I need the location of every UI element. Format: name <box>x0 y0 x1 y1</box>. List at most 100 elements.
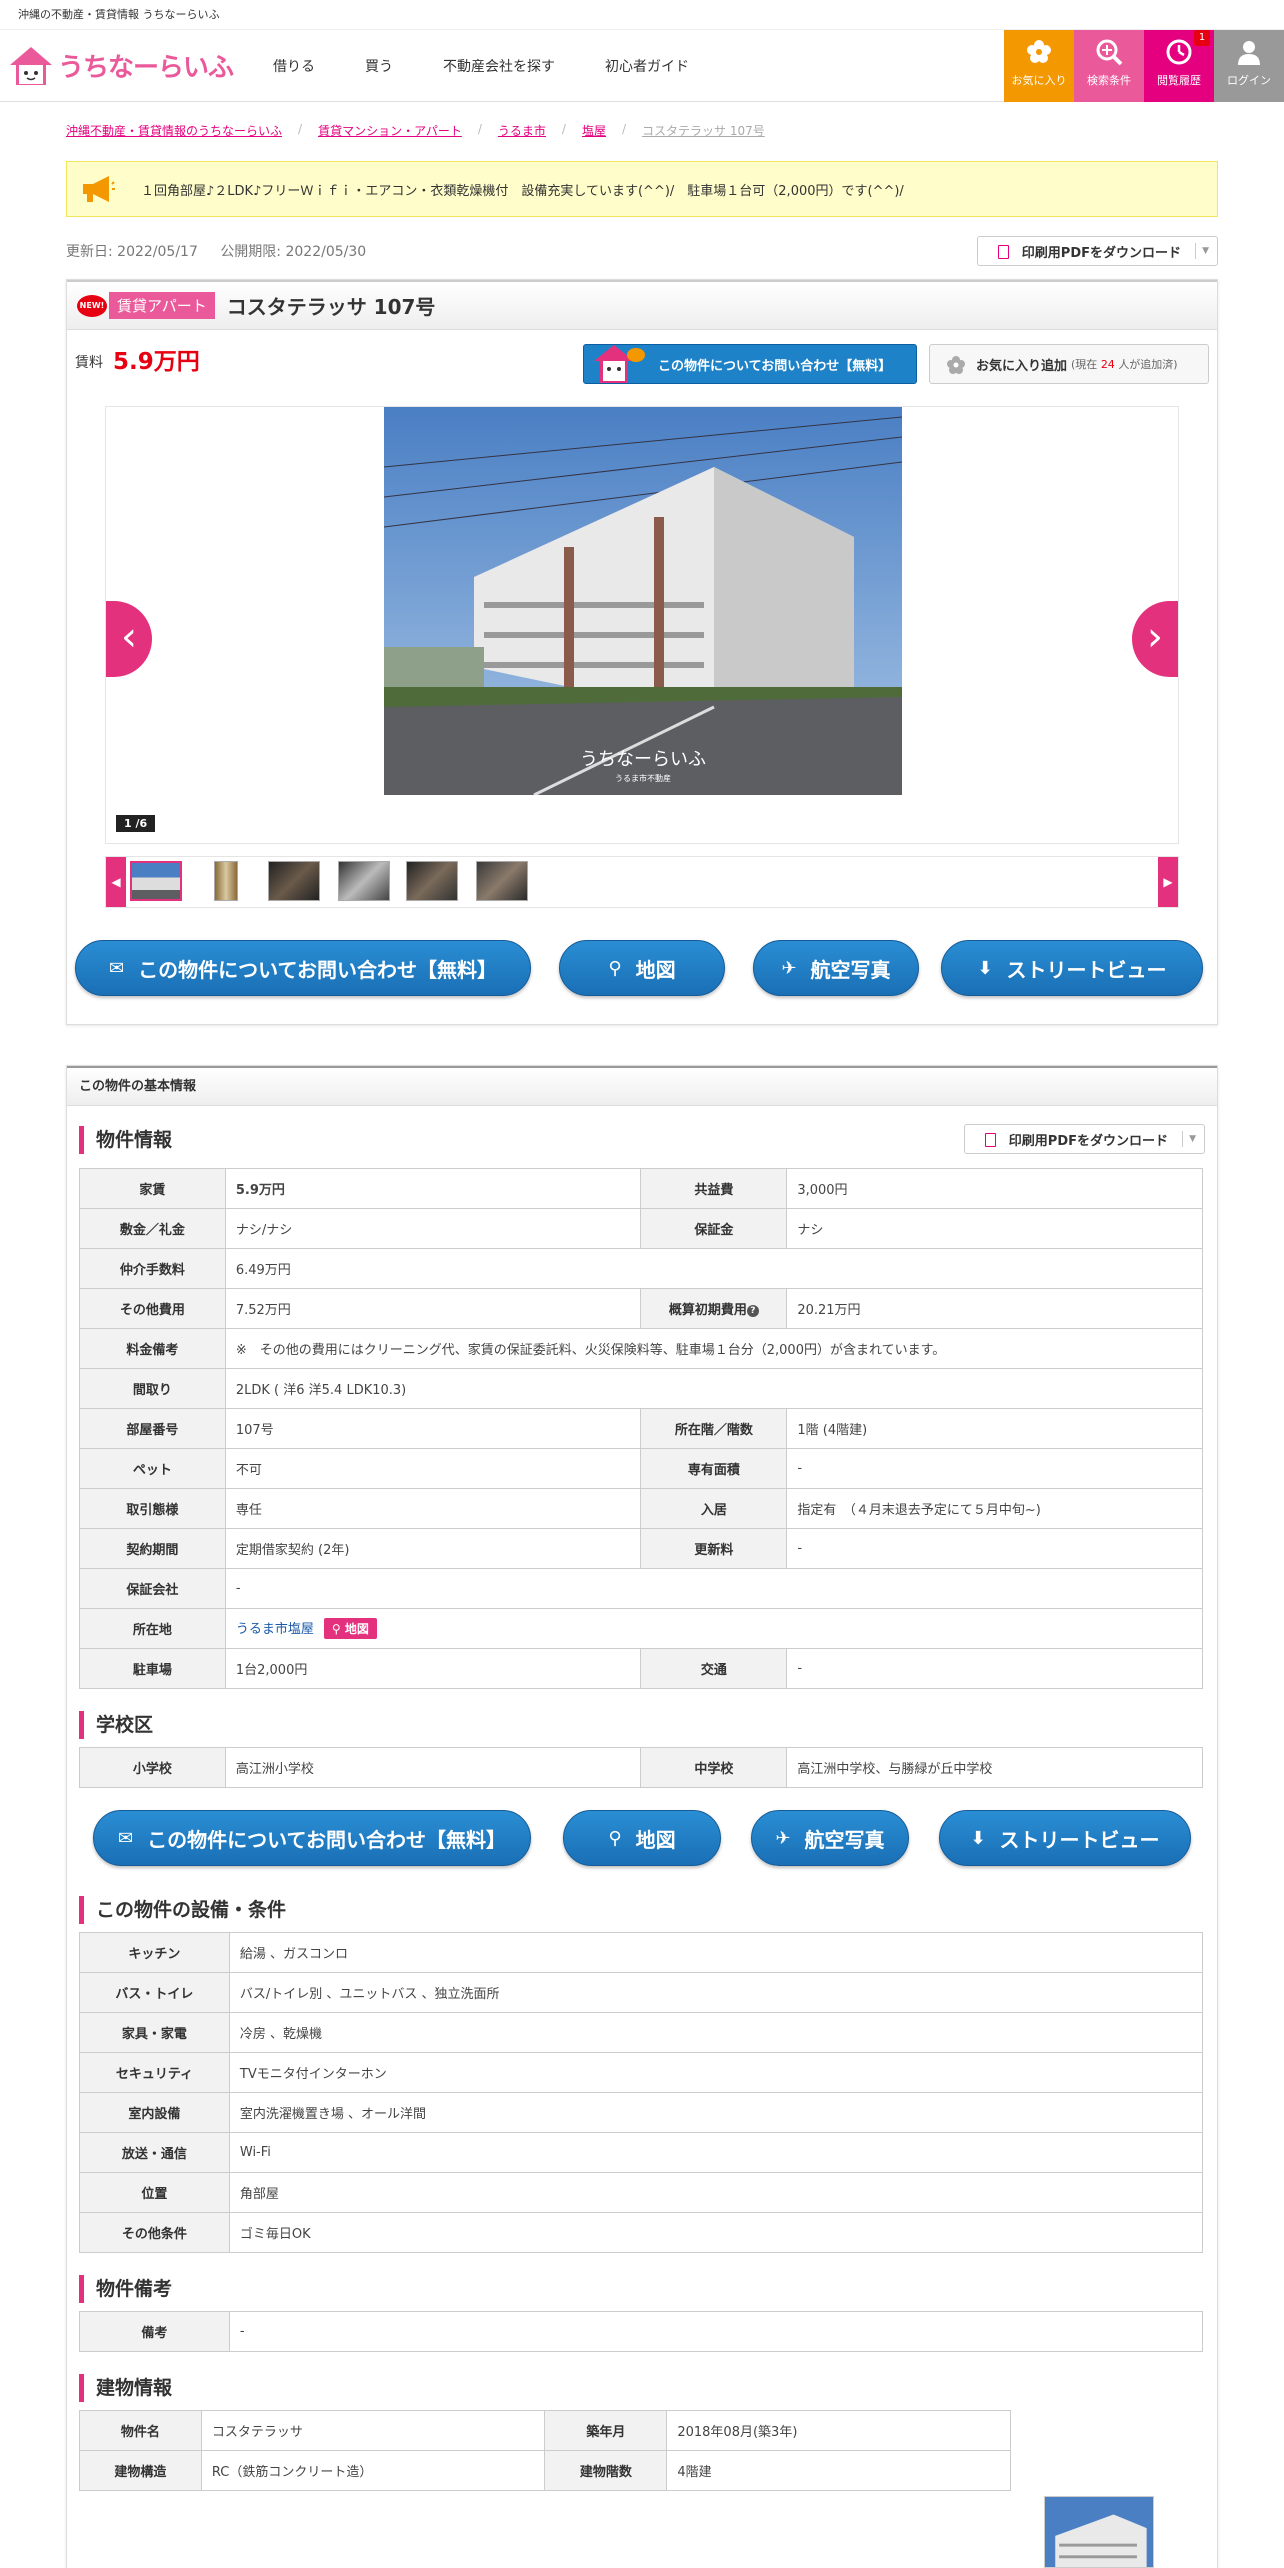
table-row: 備考 - <box>79 2311 1204 2352</box>
property-type-badge: 賃貸アパート <box>109 292 215 319</box>
photo-counter: 1 /6 <box>116 815 156 832</box>
address-link[interactable]: うるま市塩屋 <box>236 1622 314 1637</box>
thumb-prev-button[interactable]: ◀ <box>106 857 126 907</box>
table-row: 室内設備 室内洗濯機置き場 、オール洋間 <box>79 2092 1204 2133</box>
address-map-button[interactable]: ⚲ 地図 <box>323 1618 377 1639</box>
thumbnail[interactable] <box>406 861 458 901</box>
envelope-icon: ✉ <box>109 957 125 979</box>
favorites-label: お気に入り <box>1011 74 1067 87</box>
pdf-download-button[interactable]: 印刷用PDFをダウンロード ▼ <box>976 236 1218 266</box>
notice-banner: １回角部屋♪２LDK♪フリーＷｉｆｉ・エアコン・衣類乾燥機付 設備充実しています… <box>66 161 1218 217</box>
clock-icon <box>1166 39 1192 65</box>
search-icon <box>1096 39 1123 66</box>
table-row: 位置 角部屋 <box>79 2172 1204 2213</box>
basic-info-panel: この物件の基本情報 物件情報 印刷用PDFをダウンロード ▼ 家賃 5.9万円 共益… <box>66 1065 1218 2568</box>
watermark: うちなーらいふ <box>580 749 706 770</box>
add-favorite-button[interactable]: お気に入り追加 (現在 24 人が追加済) <box>929 344 1209 384</box>
table-row: 料金備考 ※ その他の費用にはクリーニング代、家賃の保証委託料、火災保険料等、駐車… <box>79 1328 1204 1369</box>
nav-rent[interactable]: 借りる <box>248 56 340 76</box>
pdf-icon <box>984 1133 996 1147</box>
flower-icon <box>947 356 965 374</box>
global-nav: 借りる 買う 不動産会社を探す 初心者ガイド <box>248 56 714 76</box>
map-button[interactable]: ⚲ 地図 <box>559 940 725 996</box>
caret-left-icon: ◀ <box>111 875 121 889</box>
pegman-icon: ⬇ <box>977 957 993 979</box>
street-view-button-2[interactable]: ⬇ ストリートビュー <box>939 1810 1191 1866</box>
section-title-info: 物件情報 <box>79 1126 172 1154</box>
price-label: 賃料 <box>75 355 103 371</box>
thumbnail[interactable] <box>338 861 390 901</box>
pdf-icon <box>997 245 1009 259</box>
user-icon <box>1238 41 1260 65</box>
chevron-down-icon: ▼ <box>1182 1131 1196 1147</box>
property-name: コスタテラッサ 107号 <box>226 295 436 319</box>
table-row: 建物構造 RC（鉄筋コンクリート造） 建物階数 4階建 <box>79 2450 1011 2491</box>
breadcrumb-current: コスタテラッサ 107号 <box>642 124 765 138</box>
login-label: ログイン <box>1227 74 1271 87</box>
table-row: バス・トイレ バス/トイレ別 、ユニットバス 、独立洗面所 <box>79 1972 1204 2013</box>
table-row: 保証会社 - <box>79 1568 1204 1609</box>
caret-right-icon: ▶ <box>1163 875 1173 889</box>
history-count-badge: 1 <box>1194 30 1210 46</box>
contact-button-small[interactable]: この物件についてお問い合わせ【無料】 <box>583 344 917 384</box>
contact-button-2[interactable]: ✉ この物件についてお問い合わせ【無料】 <box>93 1810 531 1866</box>
table-row: その他費用 7.52万円 概算初期費用? 20.21万円 <box>79 1288 1203 1329</box>
map-pin-icon: ⚲ <box>608 1827 622 1849</box>
aerial-photo-button[interactable]: ✈ 航空写真 <box>753 940 919 996</box>
thumbnail[interactable] <box>268 861 320 901</box>
breadcrumb: 沖縄不動産・賃貸情報のうちなーらいふ / 賃貸マンション・アパート / うるま市 / … <box>66 122 765 139</box>
search-conditions-button[interactable]: 検索条件 <box>1074 30 1144 102</box>
street-view-button[interactable]: ⬇ ストリートビュー <box>941 940 1203 996</box>
favorites-button[interactable]: お気に入り <box>1004 30 1074 102</box>
table-row: ペット 不可 専有面積 - <box>79 1448 1203 1489</box>
breadcrumb-home[interactable]: 沖縄不動産・賃貸情報のうちなーらいふ <box>66 122 282 139</box>
section-title-school: 学校区 <box>79 1711 1217 1739</box>
contact-button[interactable]: ✉ この物件についてお問い合わせ【無料】 <box>75 940 531 996</box>
thumb-next-button[interactable]: ▶ <box>1158 857 1178 907</box>
property-info-table: 家賃 5.9万円 共益費 3,000円 敷金／礼金 ナシ/ナシ 保証金 ナシ 仲介手数料 6.… <box>79 1168 1204 1689</box>
next-photo-button[interactable]: › <box>1132 601 1178 677</box>
equipment-table: キッチン 給湯 、ガスコンロ バス・トイレ バス/トイレ別 、ユニットバス 、独立洗… <box>79 1932 1204 2253</box>
property-card: NEW! 賃貸アパート コスタテラッサ 107号 賃料 5.9万円 この物件につ… <box>66 279 1218 1025</box>
chevron-left-icon: ‹ <box>121 614 137 660</box>
table-row: 家具・家電 冷房 、乾燥機 <box>79 2012 1204 2053</box>
property-photo[interactable]: うちなーらいふ うるま市不動産 <box>384 407 902 795</box>
chevron-right-icon: › <box>1147 614 1163 660</box>
help-icon[interactable]: ? <box>746 1304 759 1317</box>
panel-title: この物件の基本情報 <box>67 1066 1217 1106</box>
site-header: うちなーらいふ 借りる 買う 不動産会社を探す 初心者ガイド お気に入り 検索条… <box>0 30 1284 102</box>
price-value: 5.9万円 <box>113 349 200 375</box>
thumbnail[interactable] <box>214 861 238 901</box>
nav-agencies[interactable]: 不動産会社を探す <box>418 56 580 76</box>
history-button[interactable]: 閲覧履歴 1 <box>1144 30 1214 102</box>
main-content: 沖縄不動産・賃貸情報のうちなーらいふ / 賃貸マンション・アパート / うるま市 / … <box>66 122 1218 2568</box>
breadcrumb-area[interactable]: 塩屋 <box>582 122 606 139</box>
site-tagline: 沖縄の不動産・賃貸情報 うちなーらいふ <box>0 0 1284 30</box>
header-buttons: お気に入り 検索条件 閲覧履歴 1 ログイン <box>1004 30 1284 102</box>
thumbnail[interactable] <box>130 861 182 901</box>
logo[interactable]: うちなーらいふ <box>8 45 238 87</box>
section-title-building: 建物情報 <box>79 2374 1217 2402</box>
table-row: 駐車場 1台2,000円 交通 - <box>79 1648 1203 1689</box>
aerial-photo-button-2[interactable]: ✈ 航空写真 <box>751 1810 909 1866</box>
table-row: 部屋番号 107号 所在階／階数 1階 (4階建) <box>79 1408 1203 1449</box>
table-row: 敷金／礼金 ナシ/ナシ 保証金 ナシ <box>79 1208 1203 1249</box>
remarks-table: 備考 - <box>79 2311 1204 2352</box>
breadcrumb-city[interactable]: うるま市 <box>498 122 546 139</box>
pdf-download-button-2[interactable]: 印刷用PDFをダウンロード ▼ <box>963 1124 1205 1154</box>
thumbnail-strip: ◀ ▶ <box>105 856 1179 908</box>
section-title-equip: この物件の設備・条件 <box>79 1896 1217 1924</box>
history-label: 閲覧履歴 <box>1157 74 1201 87</box>
map-button-2[interactable]: ⚲ 地図 <box>563 1810 721 1866</box>
table-row: 契約期間 定期借家契約 (2年) 更新料 - <box>79 1528 1203 1569</box>
login-button[interactable]: ログイン <box>1214 30 1284 102</box>
thumbnail[interactable] <box>476 861 528 901</box>
search-conditions-label: 検索条件 <box>1087 74 1131 87</box>
nav-guide[interactable]: 初心者ガイド <box>580 56 714 76</box>
breadcrumb-rental[interactable]: 賃貸マンション・アパート <box>318 122 462 139</box>
house-mascot-icon <box>10 46 52 85</box>
previous-photo-button[interactable]: ‹ <box>106 601 152 677</box>
building-thumbnail[interactable] <box>1044 2496 1154 2568</box>
nav-buy[interactable]: 買う <box>340 56 418 76</box>
notice-text: １回角部屋♪２LDK♪フリーＷｉｆｉ・エアコン・衣類乾燥機付 設備充実しています… <box>141 183 904 199</box>
